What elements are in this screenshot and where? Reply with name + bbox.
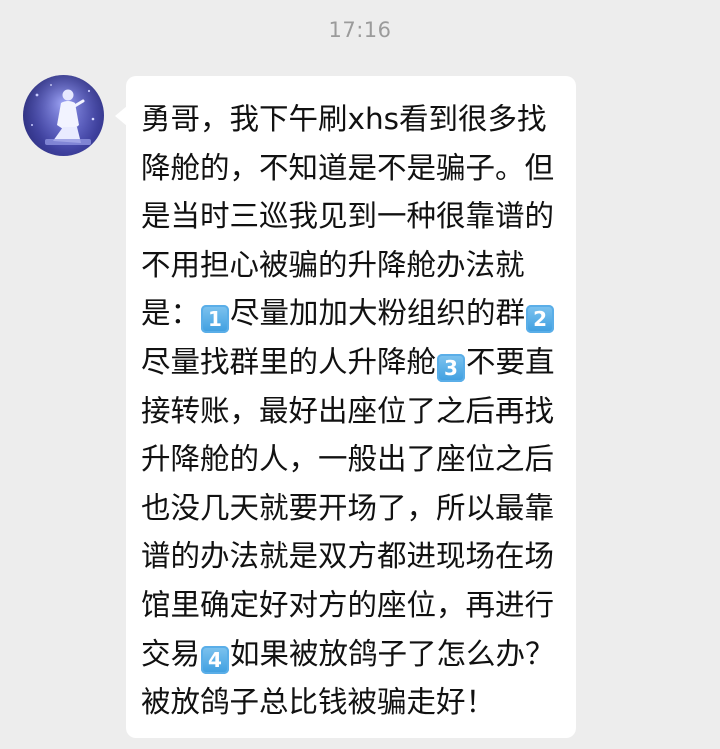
keycap-number-4-icon: 4 (201, 645, 230, 674)
sender-avatar[interactable] (23, 75, 104, 156)
message-text-segment: 尽量加加大粉组织的群 (230, 296, 526, 331)
avatar-image-icon (23, 75, 104, 156)
message-text: 勇哥，我下午刷xhs看到很多找降舱的，不知道是不是骗子。但是当时三巡我见到一种很… (141, 95, 557, 727)
message-timestamp: 17:16 (328, 18, 392, 42)
keycap-number-2-icon: 2 (526, 305, 555, 334)
message-text-segment: 尽量找群里的人升降舱 (141, 344, 437, 379)
keycap-number-1-icon: 1 (201, 305, 230, 334)
message-text-segment: 不要直接转账，最好出座位了之后再找升降舱的人，一般出了座位之后也没几天就要开场了… (141, 344, 555, 671)
keycap-number-3-icon: 3 (437, 353, 466, 382)
